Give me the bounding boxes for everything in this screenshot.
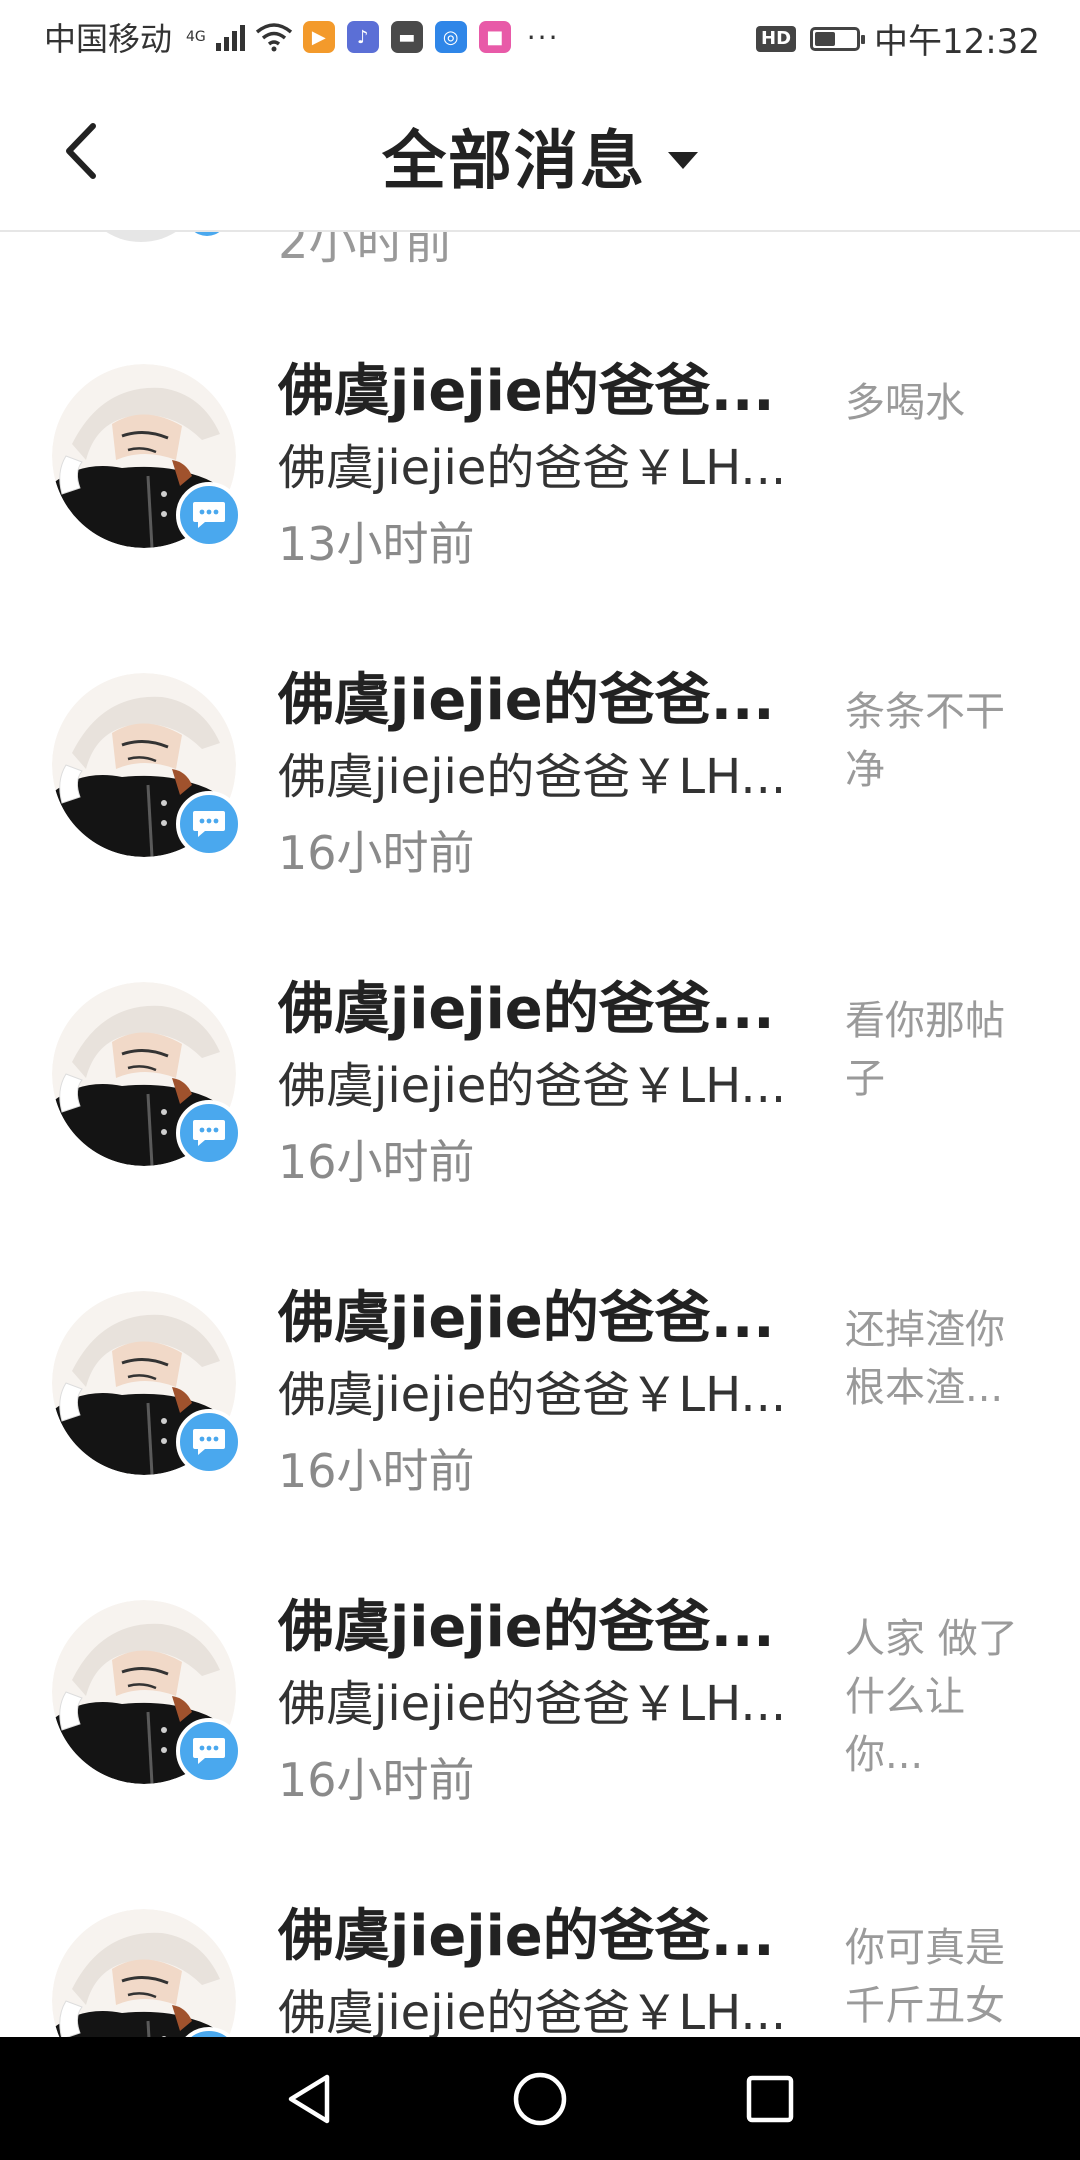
avatar-wrap[interactable]: [52, 1600, 242, 1786]
sender-name: 佛虞jiejie的爸爸...: [278, 359, 775, 424]
browser-app-icon: ◎: [434, 21, 467, 53]
more-notifications-icon: ···: [526, 20, 560, 54]
signal-icon: [215, 23, 245, 51]
navigation-bar: [0, 2037, 1080, 2160]
sender-subtitle: 佛虞jiejie的爸爸￥LH...: [278, 749, 787, 805]
sender-name: 佛虞jiejie的爸爸...: [278, 1286, 775, 1351]
orange-play-app-icon: ▶: [302, 21, 335, 53]
avatar-wrap[interactable]: [52, 364, 242, 550]
message-badge-icon: [176, 1100, 242, 1166]
message-list[interactable]: 2小时前 佛虞jiejie的爸爸... 佛虞jiejie的爸爸￥LH... 13小时…: [0, 232, 1080, 2037]
message-text: 佛虞jiejie的爸爸... 佛虞jiejie的爸爸￥LH...: [278, 1899, 828, 2037]
nav-home-button[interactable]: [505, 2067, 575, 2131]
list-item[interactable]: 佛虞jiejie的爸爸... 佛虞jiejie的爸爸￥LH... 16小时前 人家 做…: [0, 1548, 1080, 1857]
message-time: 16小时前: [278, 826, 475, 880]
carrier-label: 中国移动: [44, 20, 173, 58]
message-badge-icon: [176, 791, 242, 857]
nav-back-button[interactable]: [274, 2067, 344, 2131]
music-app-icon: ♪: [346, 21, 379, 53]
status-bar: 中国移动 4G ▶ ♪ ▬ ◎ ■ ··· HD 中午12:32: [0, 0, 1080, 72]
message-time: 16小时前: [278, 1444, 475, 1498]
avatar-wrap[interactable]: [52, 982, 242, 1168]
notification-app-icons: ▶ ♪ ▬ ◎ ■: [302, 21, 511, 53]
recents-square-icon: [746, 2075, 794, 2123]
list-item[interactable]: 佛虞jiejie的爸爸... 佛虞jiejie的爸爸￥LH... 16小时前 条条不干…: [0, 621, 1080, 930]
avatar-wrap[interactable]: [52, 1291, 242, 1477]
message-time: 16小时前: [278, 1753, 475, 1807]
list-item[interactable]: 佛虞jiejie的爸爸... 佛虞jiejie的爸爸￥LH... 你可真是千斤丑女: [0, 1857, 1080, 2037]
message-badge-icon: [186, 232, 228, 236]
sender-subtitle: 佛虞jiejie的爸爸￥LH...: [278, 1985, 787, 2037]
nav-recents-button[interactable]: [735, 2067, 805, 2131]
message-badge-icon: [176, 1409, 242, 1475]
home-circle-icon: [513, 2072, 567, 2126]
list-item[interactable]: 佛虞jiejie的爸爸... 佛虞jiejie的爸爸￥LH... 16小时前 看你那帖…: [0, 930, 1080, 1239]
sender-name: 佛虞jiejie的爸爸...: [278, 668, 775, 733]
list-item[interactable]: 佛虞jiejie的爸爸... 佛虞jiejie的爸爸￥LH... 16小时前 还掉渣你…: [0, 1239, 1080, 1548]
message-text: 佛虞jiejie的爸爸... 佛虞jiejie的爸爸￥LH... 16小时前: [278, 1281, 828, 1509]
message-filter-dropdown[interactable]: 全部消息: [0, 110, 1080, 202]
status-right: HD 中午12:32: [756, 14, 1040, 63]
sender-subtitle: 佛虞jiejie的爸爸￥LH...: [278, 1676, 787, 1732]
huawei-app-icon: ▬: [390, 21, 423, 53]
avatar: [86, 232, 196, 242]
sender-subtitle: 佛虞jiejie的爸爸￥LH...: [278, 1367, 787, 1423]
message-preview: 还掉渣你根本渣...: [845, 1307, 1005, 1411]
message-text: 佛虞jiejie的爸爸... 佛虞jiejie的爸爸￥LH... 16小时前: [278, 972, 828, 1200]
status-left: 中国移动 4G ▶ ♪ ▬ ◎ ■ ···: [44, 14, 559, 60]
chat-bubble-icon: [193, 502, 225, 528]
sender-subtitle: 佛虞jiejie的爸爸￥LH...: [278, 440, 787, 496]
avatar-wrap[interactable]: [52, 1909, 242, 2037]
message-preview: 你可真是千斤丑女: [845, 1925, 1005, 2029]
back-triangle-icon: [288, 2074, 330, 2124]
message-text: 佛虞jiejie的爸爸... 佛虞jiejie的爸爸￥LH... 16小时前: [278, 1590, 828, 1818]
screen: 中国移动 4G ▶ ♪ ▬ ◎ ■ ··· HD 中午12:32 全部消息 2小…: [0, 0, 1080, 2160]
page-title: 全部消息: [382, 125, 646, 199]
message-items: 佛虞jiejie的爸爸... 佛虞jiejie的爸爸￥LH... 13小时前 多喝水佛…: [0, 312, 1080, 2037]
sender-subtitle: 佛虞jiejie的爸爸￥LH...: [278, 1058, 787, 1114]
wifi-icon: [255, 23, 292, 52]
message-preview: 条条不干净: [845, 689, 1005, 793]
avatar-wrap[interactable]: [52, 673, 242, 859]
list-item[interactable]: 佛虞jiejie的爸爸... 佛虞jiejie的爸爸￥LH... 13小时前 多喝水: [0, 312, 1080, 621]
message-text: 佛虞jiejie的爸爸... 佛虞jiejie的爸爸￥LH... 13小时前: [278, 354, 828, 582]
avatar-image: [52, 1909, 236, 2037]
message-preview: 看你那帖子: [845, 998, 1005, 1102]
message-preview: 人家 做了什么让你...: [845, 1616, 1018, 1778]
network-type-label: 4G: [186, 29, 206, 45]
list-item-partial[interactable]: 2小时前: [0, 232, 1080, 292]
sender-name: 佛虞jiejie的爸爸...: [278, 977, 775, 1042]
header: 全部消息: [0, 72, 1080, 232]
chat-bubble-icon: [193, 1738, 225, 1764]
message-time: 16小时前: [278, 1135, 475, 1189]
sender-name: 佛虞jiejie的爸爸...: [278, 1904, 775, 1969]
sender-name: 佛虞jiejie的爸爸...: [278, 1595, 775, 1660]
chat-bubble-icon: [193, 811, 225, 837]
battery-level: [815, 31, 836, 46]
clock: 中午12:32: [874, 22, 1040, 62]
message-text: 佛虞jiejie的爸爸... 佛虞jiejie的爸爸￥LH... 16小时前: [278, 663, 828, 891]
chat-bubble-icon: [193, 1120, 225, 1146]
battery-icon: [810, 26, 866, 51]
message-badge-icon: [176, 1718, 242, 1784]
caret-down-icon: [668, 151, 698, 169]
chat-bubble-icon: [193, 1429, 225, 1455]
message-badge-icon: [176, 482, 242, 548]
avatar: [52, 1909, 236, 2037]
hd-badge: HD: [756, 25, 797, 52]
message-preview: 多喝水: [845, 380, 965, 426]
message-time: 13小时前: [278, 517, 475, 571]
colorful-app-icon: ■: [478, 21, 511, 53]
message-time: 2小时前: [278, 232, 453, 270]
